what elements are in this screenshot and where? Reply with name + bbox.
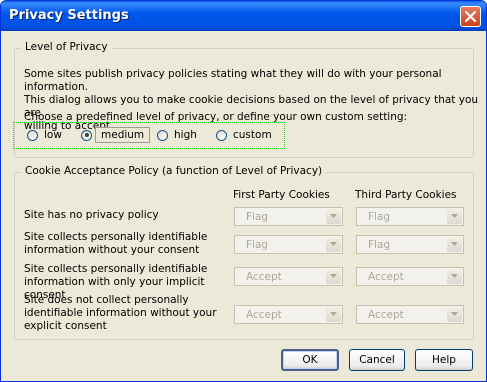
first-party-select-explicit-consent: Accept bbox=[234, 305, 343, 324]
row-label-line: explicit consent bbox=[24, 320, 107, 332]
radio-label: medium bbox=[95, 127, 151, 143]
select-value: Accept bbox=[368, 309, 404, 321]
select-value: Accept bbox=[246, 309, 282, 321]
title-bar[interactable]: Privacy Settings bbox=[1, 1, 486, 31]
privacy-level-radio-group: low medium high custom bbox=[13, 122, 285, 149]
third-party-select-no-consent: Flag bbox=[356, 235, 464, 254]
privacy-settings-dialog: Privacy Settings Level of Privacy Some s… bbox=[0, 0, 487, 382]
radio-medium[interactable]: medium bbox=[81, 127, 151, 143]
third-party-header: Third Party Cookies bbox=[355, 189, 457, 201]
radio-low[interactable]: low bbox=[27, 129, 62, 141]
row-label-line: Site does not collect personally bbox=[24, 294, 189, 306]
radio-high[interactable]: high bbox=[157, 129, 197, 141]
first-party-select-implicit-consent: Accept bbox=[234, 267, 343, 286]
select-value: Flag bbox=[246, 239, 269, 251]
help-button[interactable]: Help bbox=[415, 349, 473, 371]
radio-custom[interactable]: custom bbox=[216, 129, 272, 141]
radio-circle-icon bbox=[81, 129, 92, 141]
dialog-title: Privacy Settings bbox=[9, 8, 129, 23]
row-label-line: Site has no privacy policy bbox=[24, 209, 159, 221]
radio-label: high bbox=[174, 129, 197, 141]
third-party-select-implicit-consent: Accept bbox=[356, 267, 464, 286]
dropdown-arrow-icon bbox=[447, 237, 462, 252]
row-label-line: identifiable information without your bbox=[24, 307, 217, 319]
row-label-line: Site collects personally identifiable bbox=[24, 231, 208, 243]
row-label-line: information without your consent bbox=[24, 244, 200, 256]
select-value: Flag bbox=[368, 211, 391, 223]
radio-label: low bbox=[44, 129, 62, 141]
close-icon bbox=[465, 11, 476, 22]
close-button[interactable] bbox=[460, 6, 481, 27]
radio-circle-icon bbox=[157, 129, 168, 141]
dropdown-arrow-icon bbox=[447, 269, 462, 284]
select-value: Accept bbox=[246, 271, 282, 283]
cookie-policy-legend: Cookie Acceptance Policy (a function of … bbox=[21, 165, 327, 177]
first-party-select-no-policy: Flag bbox=[234, 207, 343, 226]
first-party-header: First Party Cookies bbox=[233, 189, 330, 201]
dropdown-arrow-icon bbox=[326, 307, 341, 322]
row-label-no-consent: Site collects personally identifiable in… bbox=[24, 231, 224, 257]
description-line: Some sites publish privacy policies stat… bbox=[24, 68, 442, 93]
dropdown-arrow-icon bbox=[326, 209, 341, 224]
select-value: Accept bbox=[368, 271, 404, 283]
third-party-select-no-policy: Flag bbox=[356, 207, 464, 226]
dropdown-arrow-icon bbox=[326, 269, 341, 284]
radio-circle-icon bbox=[27, 129, 38, 141]
dropdown-arrow-icon bbox=[326, 237, 341, 252]
dropdown-arrow-icon bbox=[447, 307, 462, 322]
cancel-button[interactable]: Cancel bbox=[349, 349, 405, 371]
row-label-line: Site collects personally identifiable bbox=[24, 263, 208, 275]
radio-label: custom bbox=[233, 129, 272, 141]
row-label-no-policy: Site has no privacy policy bbox=[24, 209, 224, 222]
ok-button[interactable]: OK bbox=[281, 349, 339, 371]
level-of-privacy-legend: Level of Privacy bbox=[21, 41, 112, 53]
radio-circle-icon bbox=[216, 129, 227, 141]
dropdown-arrow-icon bbox=[447, 209, 462, 224]
select-value: Flag bbox=[246, 211, 269, 223]
select-value: Flag bbox=[368, 239, 391, 251]
row-label-explicit-consent: Site does not collect personally identif… bbox=[24, 294, 224, 333]
third-party-select-explicit-consent: Accept bbox=[356, 305, 464, 324]
first-party-select-no-consent: Flag bbox=[234, 235, 343, 254]
